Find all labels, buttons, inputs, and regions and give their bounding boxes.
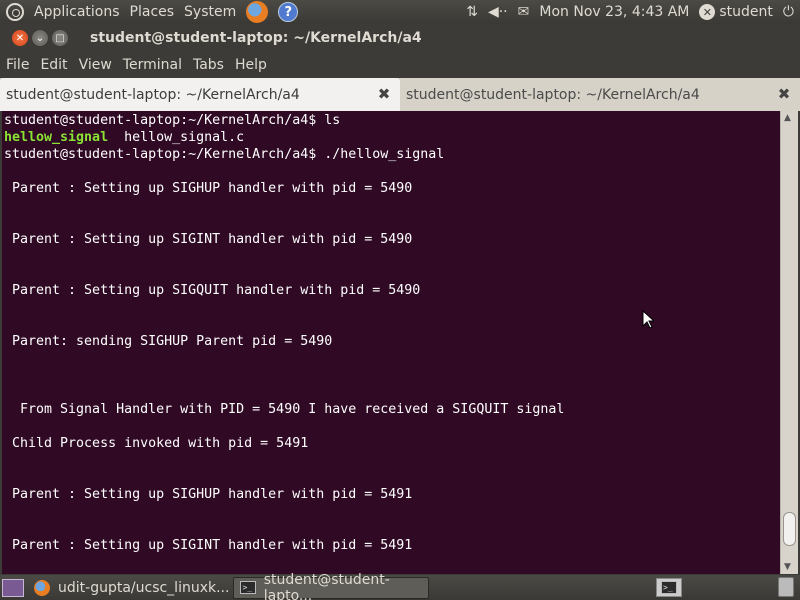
firefox-launcher-icon[interactable]	[246, 1, 269, 23]
close-window-button[interactable]: ✕	[12, 30, 28, 46]
taskbar-item-firefox[interactable]: udit-gupta/ucsc_linuxk...	[28, 577, 229, 599]
file-menu[interactable]: File	[6, 57, 29, 73]
taskbar-item-terminal[interactable]: >_ student@student-lapto...	[233, 572, 430, 600]
terminal-scrollbar[interactable]: ▲ ▼	[780, 111, 798, 574]
network-icon[interactable]: ⇅	[466, 4, 478, 20]
terminal-line: From Signal Handler with PID = 5490 I ha…	[4, 402, 565, 417]
user-status-icon: ✕	[699, 4, 716, 21]
mouse-cursor-icon	[642, 310, 654, 329]
ls-output-line: hellow_signal hellow_signal.c	[4, 129, 780, 146]
terminal-line: Child Process invoked with pid = 5491	[4, 436, 309, 451]
edit-menu[interactable]: Edit	[40, 57, 67, 73]
terminal-line: Parent : Setting up SIGQUIT handler with…	[4, 283, 421, 298]
tab-label: student@student-laptop: ~/KernelArch/a4	[406, 86, 700, 103]
terminal-line: student@student-laptop:~/KernelArch/a4$ …	[4, 113, 341, 128]
terminal-line: Parent : Setting up SIGINT handler with …	[4, 538, 413, 553]
tabs-menu[interactable]: Tabs	[193, 57, 224, 73]
tab-label: student@student-laptop: ~/KernelArch/a4	[6, 86, 300, 103]
help-menu[interactable]: Help	[235, 57, 267, 73]
terminal-line: Parent : Setting up SIGHUP handler with …	[4, 181, 413, 196]
user-menu[interactable]: ✕ student	[699, 4, 773, 21]
top-panel: Applications Places System ? ⇅ ◀·· ✉ Mon…	[0, 0, 800, 24]
terminal-menu[interactable]: Terminal	[123, 57, 182, 73]
tab-1[interactable]: student@student-laptop: ~/KernelArch/a4 …	[0, 78, 400, 111]
applications-menu[interactable]: Applications	[34, 4, 120, 20]
taskbar-label: student@student-lapto...	[263, 571, 390, 600]
terminal-line: Parent : Setting up SIGHUP handler with …	[4, 487, 413, 502]
firefox-icon	[34, 579, 50, 596]
show-desktop-icon[interactable]	[2, 578, 24, 597]
terminal-icon: >_	[661, 581, 677, 594]
window-titlebar[interactable]: ✕ ⌄ □ student@student-laptop: ~/KernelAr…	[0, 24, 800, 52]
bottom-panel: udit-gupta/ucsc_linuxk... >_ student@stu…	[0, 572, 800, 600]
close-tab-icon[interactable]: ✖	[376, 85, 392, 103]
trash-icon[interactable]	[778, 577, 794, 597]
scroll-down-arrow-icon[interactable]: ▼	[784, 562, 791, 572]
maximize-window-button[interactable]: □	[52, 30, 68, 46]
terminal-line: student@student-laptop:~/KernelArch/a4$ …	[4, 147, 445, 162]
terminal-output[interactable]: student@student-laptop:~/KernelArch/a4$ …	[2, 111, 780, 574]
ls-executable: hellow_signal	[4, 130, 109, 145]
taskbar-label: udit-gupta/ucsc_linuxk...	[58, 579, 230, 596]
menubar: File Edit View Terminal Tabs Help	[0, 52, 800, 77]
view-menu[interactable]: View	[79, 57, 112, 73]
tab-2[interactable]: student@student-laptop: ~/KernelArch/a4 …	[400, 78, 800, 111]
clock[interactable]: Mon Nov 23, 4:43 AM	[539, 4, 689, 20]
minimize-window-button[interactable]: ⌄	[32, 30, 48, 46]
terminal-line: Parent : Setting up SIGINT handler with …	[4, 232, 413, 247]
ls-source: hellow_signal.c	[108, 130, 245, 145]
terminal-icon: >_	[240, 581, 256, 594]
terminal-line: Parent: sending SIGHUP Parent pid = 5490	[4, 334, 333, 349]
scroll-up-arrow-icon[interactable]: ▲	[784, 113, 791, 123]
tab-strip: student@student-laptop: ~/KernelArch/a4 …	[0, 78, 800, 111]
user-name: student	[719, 3, 773, 20]
close-tab-icon[interactable]: ✖	[776, 85, 792, 103]
window-title: student@student-laptop: ~/KernelArch/a4	[90, 30, 422, 46]
ubuntu-logo-icon[interactable]	[6, 3, 24, 21]
power-icon[interactable]: ⏻	[783, 4, 794, 20]
volume-icon[interactable]: ◀··	[488, 4, 508, 20]
system-menu[interactable]: System	[184, 4, 236, 20]
mail-icon[interactable]: ✉	[518, 4, 530, 20]
help-icon[interactable]: ?	[278, 2, 299, 22]
workspace-switcher[interactable]: >_	[656, 578, 682, 597]
places-menu[interactable]: Places	[130, 4, 175, 20]
scrollbar-thumb[interactable]	[783, 512, 796, 546]
